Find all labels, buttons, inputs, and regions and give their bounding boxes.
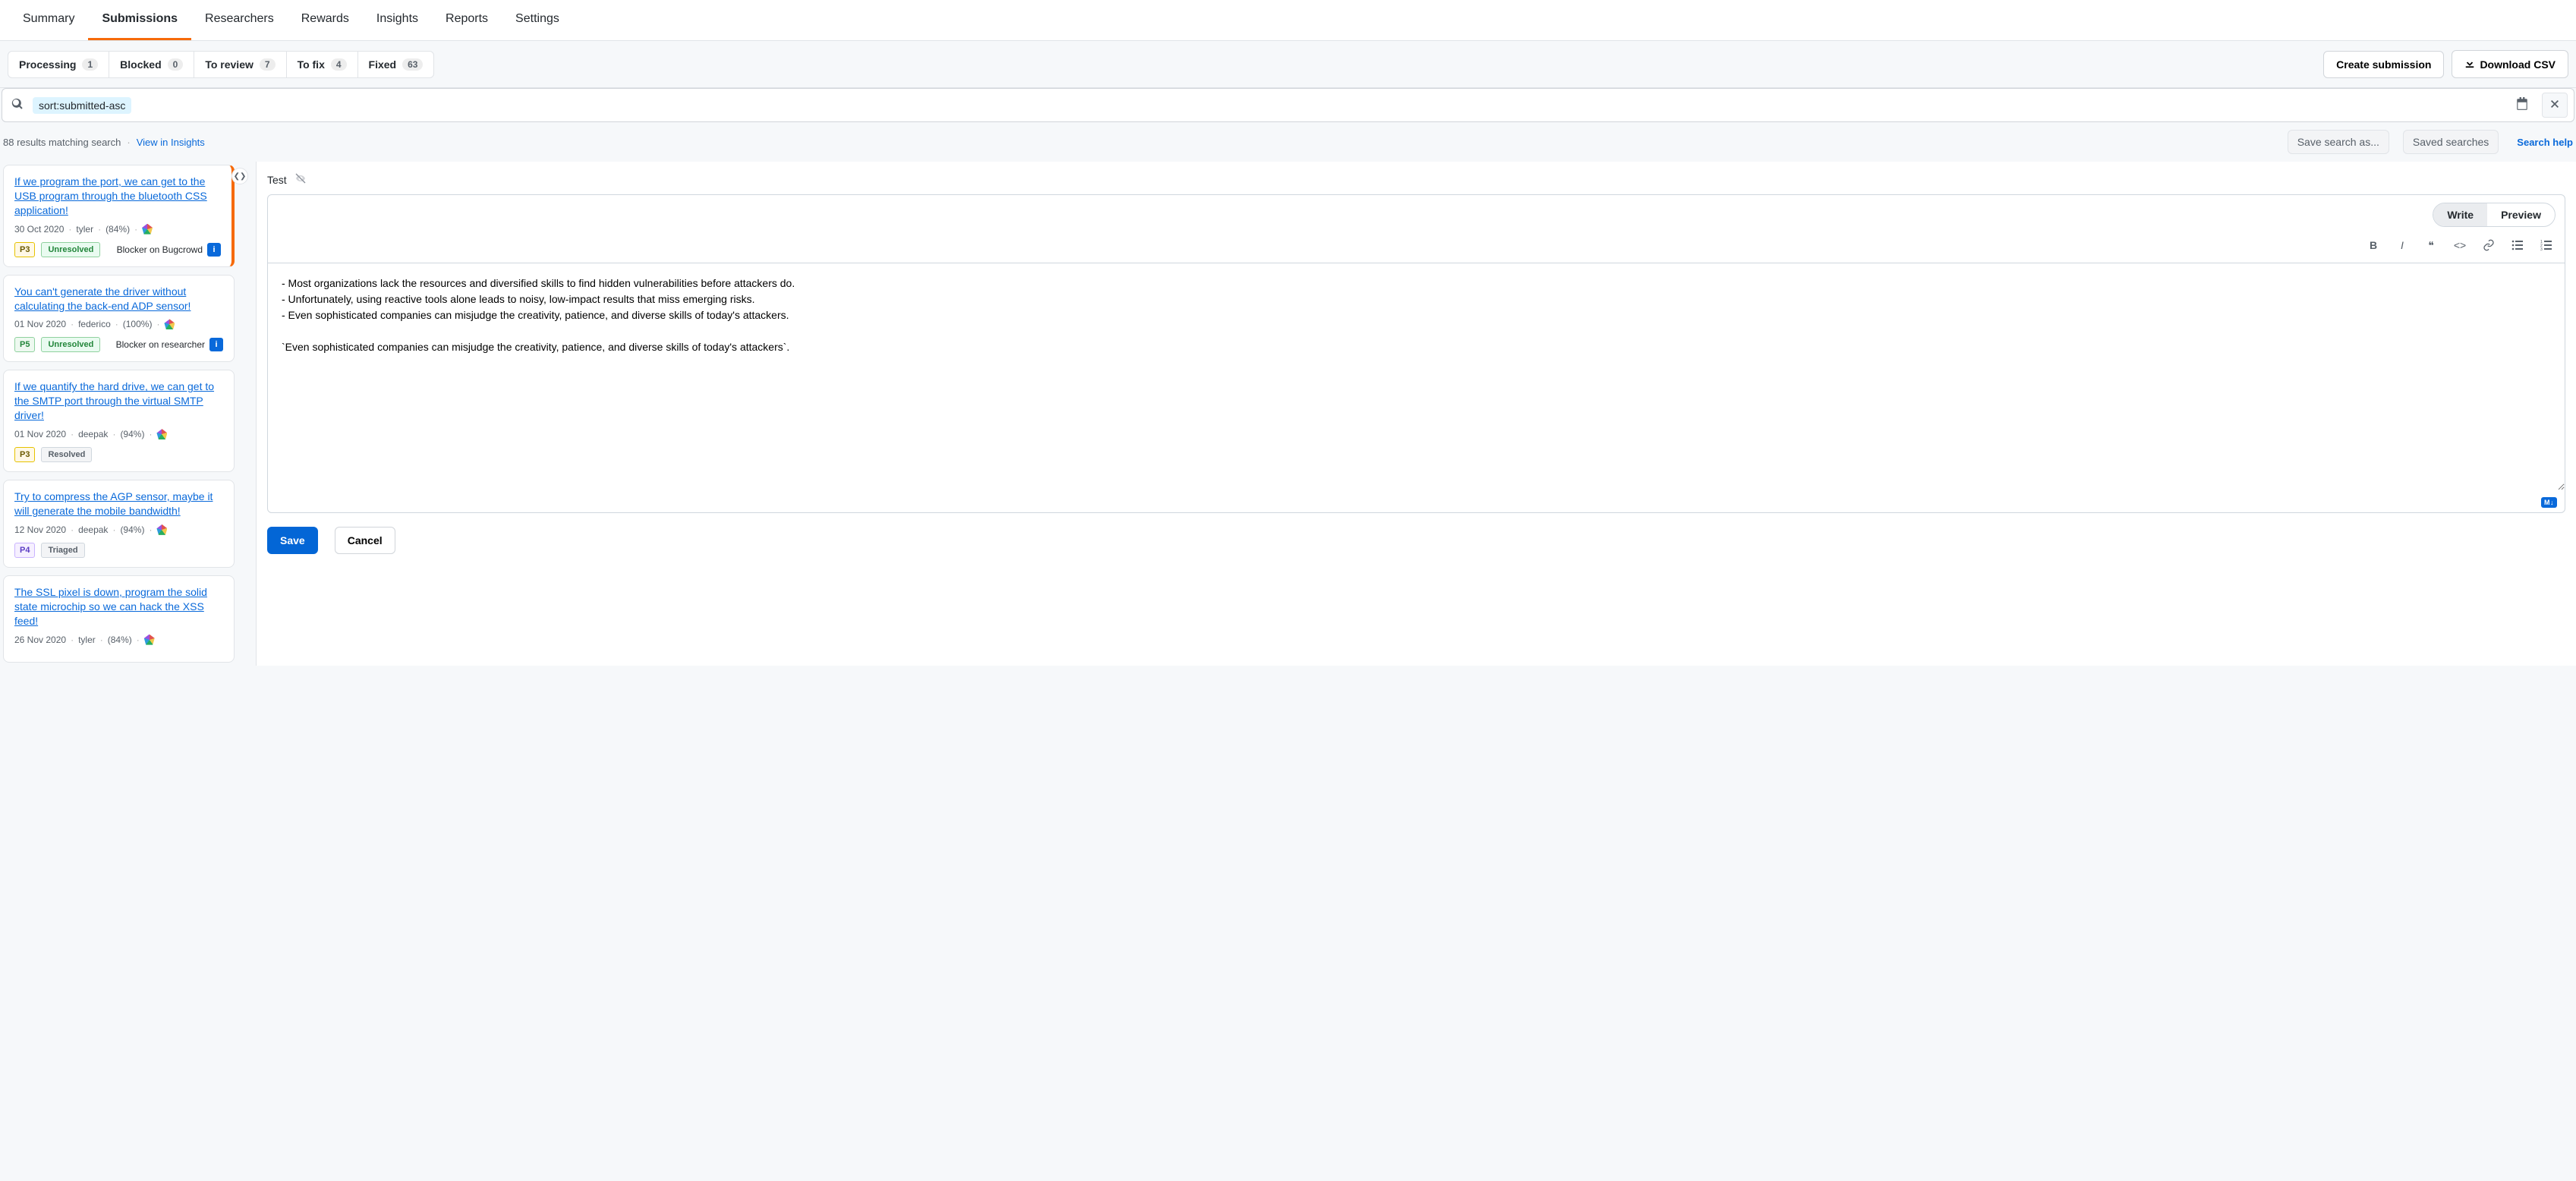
submission-title[interactable]: The SSL pixel is down, program the solid…	[14, 585, 223, 628]
filter-bar: Processing1Blocked0To review7To fix4Fixe…	[0, 41, 2576, 88]
priority-badge: P5	[14, 337, 35, 352]
severity-icon	[156, 429, 167, 439]
saved-searches-button[interactable]: Saved searches	[2403, 130, 2499, 154]
search-help-link[interactable]: Search help	[2517, 137, 2573, 148]
bullet-list-icon[interactable]	[2510, 239, 2525, 254]
link-icon[interactable]	[2481, 239, 2496, 254]
submission-card[interactable]: Try to compress the AGP sensor, maybe it…	[3, 480, 235, 568]
visibility-off-icon	[294, 172, 307, 187]
submission-percent: (94%)	[120, 524, 144, 535]
submission-author: federico	[78, 319, 111, 329]
tab-settings[interactable]: Settings	[502, 0, 573, 40]
editor-toolbar: B I ❝ <> 123	[268, 235, 2565, 263]
status-badge: Resolved	[41, 447, 92, 462]
submission-title[interactable]: If we quantify the hard drive, we can ge…	[14, 379, 223, 423]
collapse-list-button[interactable]: ❮❯	[231, 168, 248, 184]
submission-author: deepak	[78, 429, 108, 439]
svg-text:3: 3	[2540, 247, 2543, 251]
results-meta: 88 results matching search · View in Ins…	[0, 122, 2576, 162]
top-nav: SummarySubmissionsResearchersRewardsInsi…	[0, 0, 2576, 41]
filter-blocked[interactable]: Blocked0	[109, 51, 194, 78]
tab-rewards[interactable]: Rewards	[288, 0, 363, 40]
tab-summary[interactable]: Summary	[9, 0, 88, 40]
main-content: If we program the port, we can get to th…	[0, 162, 2576, 666]
submission-author: tyler	[76, 224, 93, 235]
severity-icon	[156, 524, 167, 535]
submission-card[interactable]: The SSL pixel is down, program the solid…	[3, 575, 235, 663]
editor-textarea[interactable]	[268, 263, 2565, 490]
priority-badge: P3	[14, 447, 35, 462]
results-count: 88 results matching search	[3, 137, 121, 148]
submission-percent: (94%)	[120, 429, 144, 439]
download-label: Download CSV	[2480, 58, 2556, 71]
filter-to-fix[interactable]: To fix4	[286, 51, 358, 78]
clear-search-button[interactable]	[2542, 93, 2568, 118]
filter-fixed[interactable]: Fixed63	[357, 51, 435, 78]
download-csv-button[interactable]: Download CSV	[2452, 50, 2568, 78]
submission-title[interactable]: Try to compress the AGP sensor, maybe it…	[14, 490, 223, 518]
detail-title: Test	[267, 174, 287, 186]
search-input[interactable]	[137, 95, 2502, 116]
submission-date: 01 Nov 2020	[14, 319, 66, 329]
submission-author: deepak	[78, 524, 108, 535]
priority-badge: P4	[14, 543, 35, 558]
write-preview-toggle: Write Preview	[2433, 203, 2556, 227]
submission-card[interactable]: If we program the port, we can get to th…	[3, 165, 235, 267]
status-badge: Triaged	[41, 543, 84, 558]
create-label: Create submission	[2336, 58, 2431, 71]
code-icon[interactable]: <>	[2452, 239, 2467, 254]
search-token[interactable]: sort:submitted-asc	[33, 97, 131, 114]
tab-insights[interactable]: Insights	[363, 0, 432, 40]
submission-date: 26 Nov 2020	[14, 635, 66, 645]
save-button[interactable]: Save	[267, 527, 318, 554]
search-icon	[8, 98, 27, 112]
download-icon	[2464, 58, 2475, 71]
submissions-list: If we program the port, we can get to th…	[0, 162, 239, 666]
tab-submissions[interactable]: Submissions	[88, 0, 191, 40]
submission-percent: (84%)	[105, 224, 130, 235]
submission-percent: (84%)	[108, 635, 132, 645]
status-badge: Unresolved	[41, 242, 100, 257]
numbered-list-icon[interactable]: 123	[2539, 239, 2554, 254]
search-bar: sort:submitted-asc	[2, 88, 2574, 122]
filter-processing[interactable]: Processing1	[8, 51, 109, 78]
submission-percent: (100%)	[123, 319, 153, 329]
quote-icon[interactable]: ❝	[2423, 239, 2439, 254]
write-tab[interactable]: Write	[2433, 203, 2487, 226]
bold-icon[interactable]: B	[2366, 239, 2381, 254]
cancel-button[interactable]: Cancel	[335, 527, 395, 554]
italic-icon[interactable]: I	[2395, 239, 2410, 254]
submission-date: 30 Oct 2020	[14, 224, 64, 235]
blocker-text: Blocker on researcher i	[116, 338, 223, 351]
submission-title[interactable]: You can't generate the driver without ca…	[14, 285, 223, 313]
submission-date: 01 Nov 2020	[14, 429, 66, 439]
tab-reports[interactable]: Reports	[432, 0, 502, 40]
editor: Write Preview B I ❝ <> 123	[267, 194, 2565, 513]
save-search-as-button[interactable]: Save search as...	[2288, 130, 2389, 154]
info-icon: i	[209, 338, 223, 351]
submission-date: 12 Nov 2020	[14, 524, 66, 535]
view-in-insights-link[interactable]: View in Insights	[137, 137, 205, 148]
severity-icon	[142, 224, 153, 235]
blocker-text: Blocker on Bugcrowd i	[117, 243, 221, 257]
submission-card[interactable]: If we quantify the hard drive, we can ge…	[3, 370, 235, 472]
tab-researchers[interactable]: Researchers	[191, 0, 288, 40]
submission-author: tyler	[78, 635, 96, 645]
calendar-button[interactable]	[2508, 92, 2536, 118]
preview-tab[interactable]: Preview	[2487, 203, 2555, 226]
markdown-badge: M↓	[2541, 497, 2557, 508]
priority-badge: P3	[14, 242, 35, 257]
info-icon: i	[207, 243, 221, 257]
filter-to-review[interactable]: To review7	[194, 51, 286, 78]
status-badge: Unresolved	[41, 337, 100, 352]
severity-icon	[164, 319, 175, 329]
severity-icon	[144, 635, 155, 645]
create-submission-button[interactable]: Create submission	[2323, 51, 2444, 78]
submission-detail: Test Write Preview B I ❝ <>	[256, 162, 2576, 666]
submission-card[interactable]: You can't generate the driver without ca…	[3, 275, 235, 363]
submission-title[interactable]: If we program the port, we can get to th…	[14, 175, 221, 218]
